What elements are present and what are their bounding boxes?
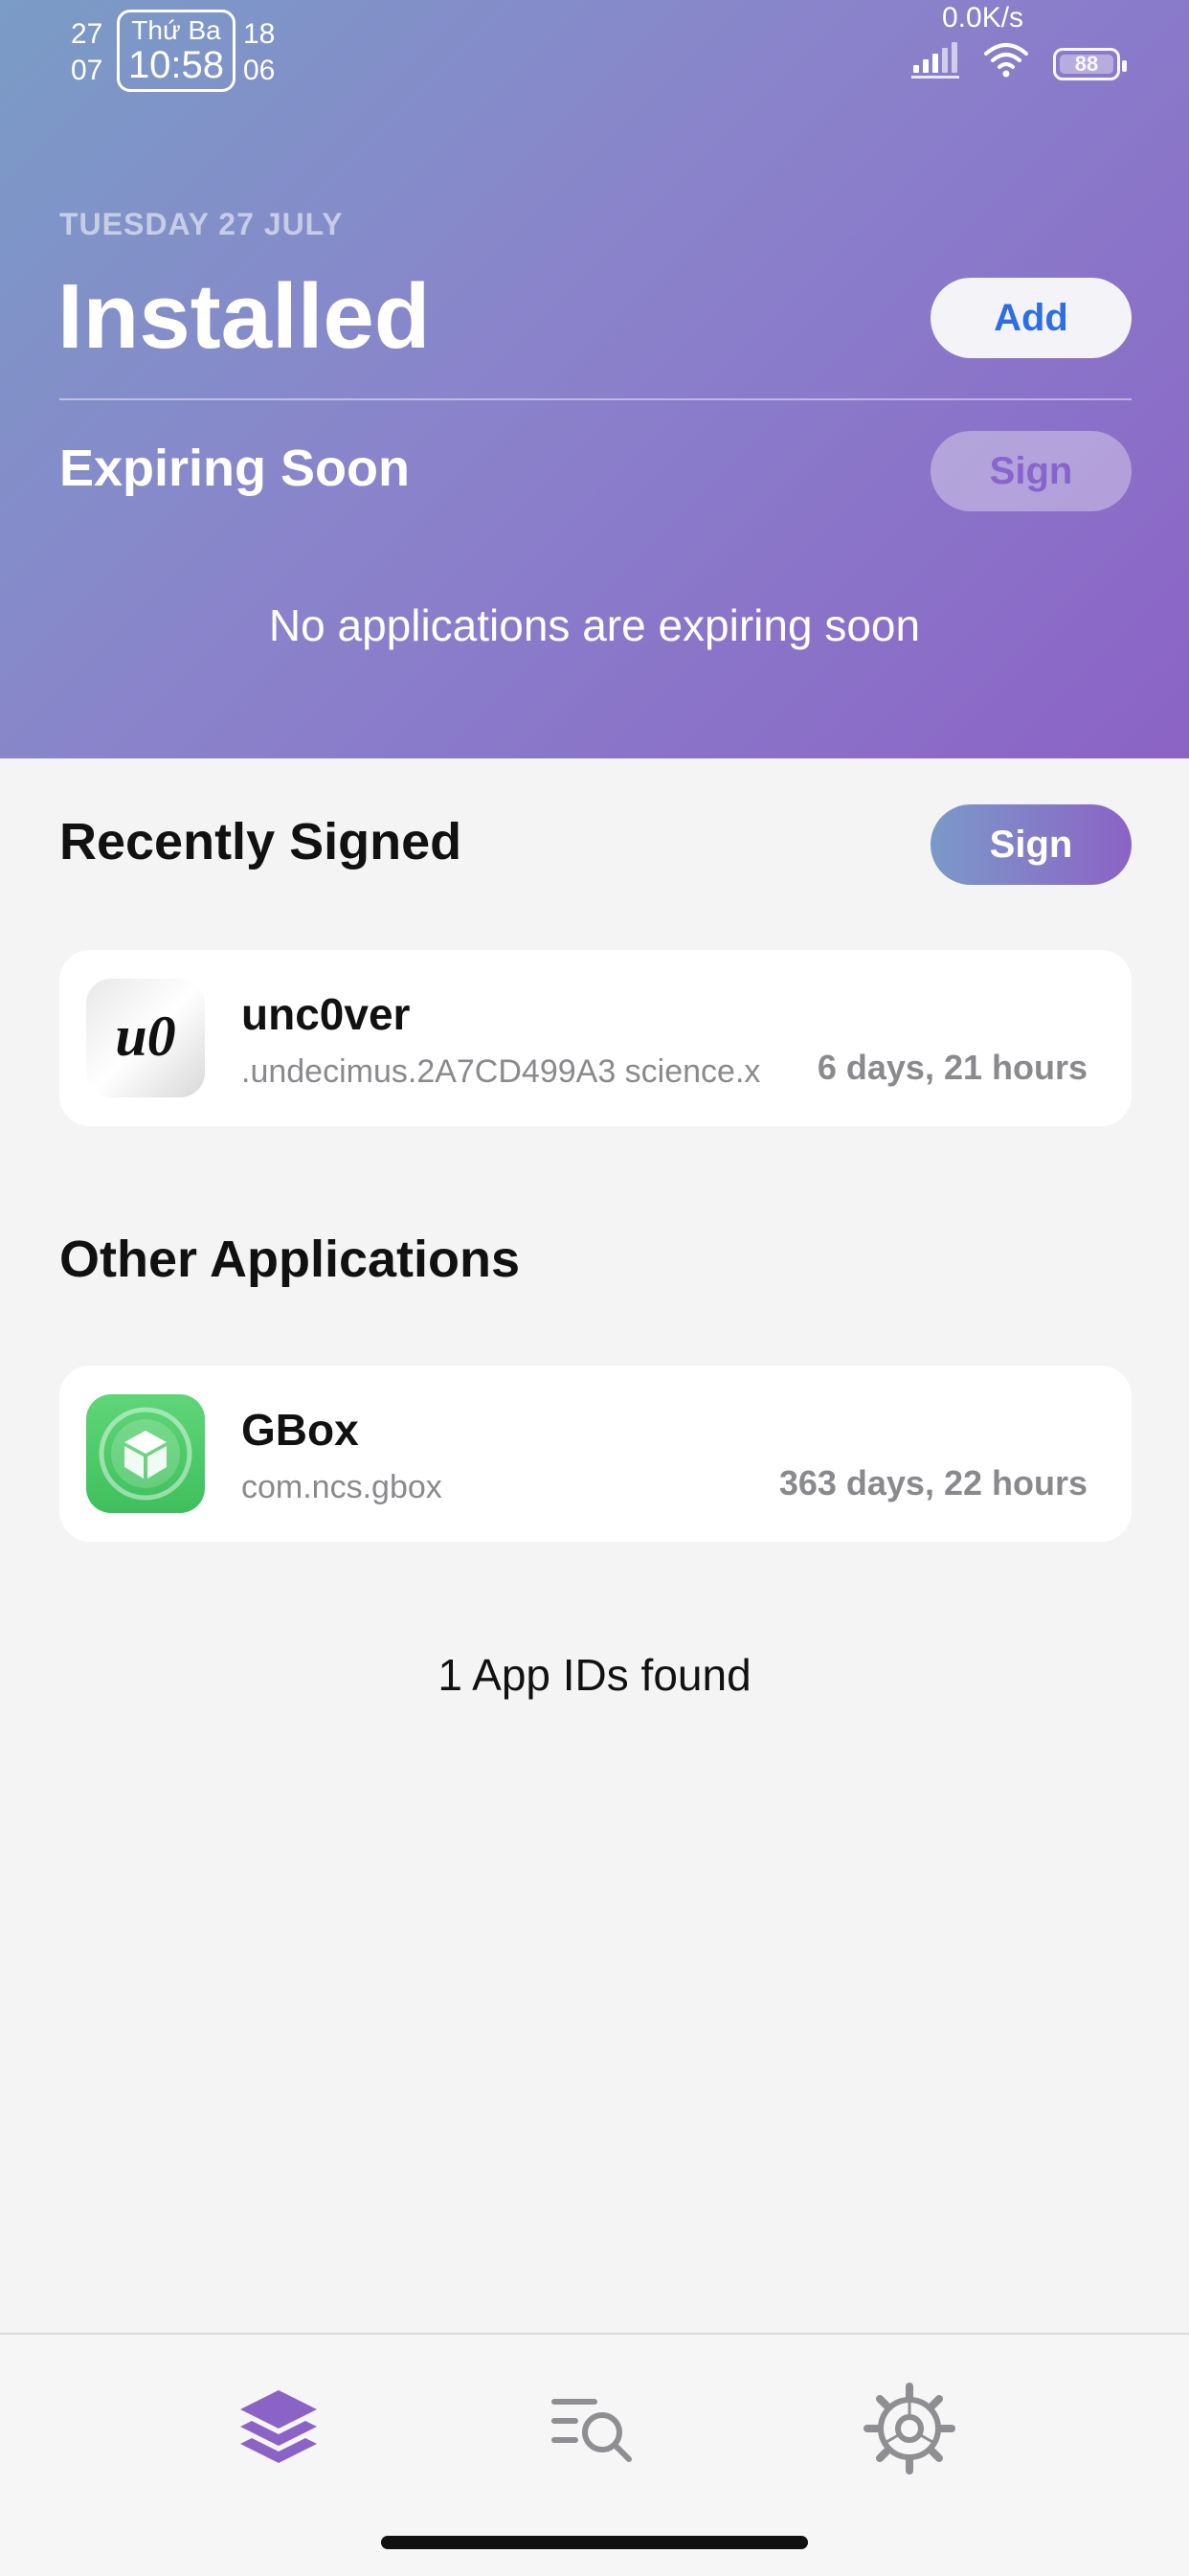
- search-list-icon: [551, 2399, 632, 2462]
- battery-icon: 88: [1053, 48, 1127, 80]
- unc0ver-app-icon: u0: [86, 979, 205, 1097]
- expiring-sign-button[interactable]: Sign: [931, 431, 1132, 511]
- signal-icon: [911, 42, 959, 79]
- page-title: Installed: [57, 265, 431, 368]
- status-day-of-week: Thứ Ba: [131, 15, 221, 45]
- date-label: TUESDAY 27 JULY: [59, 207, 344, 241]
- recently-signed-title: Recently Signed: [59, 813, 462, 870]
- sign-button[interactable]: Sign: [931, 804, 1132, 885]
- app-expiry: 6 days, 21 hours: [817, 1048, 1088, 1087]
- tab-settings[interactable]: [862, 2381, 957, 2476]
- tab-browse[interactable]: [547, 2381, 642, 2476]
- wifi-icon: [984, 43, 1028, 78]
- gbox-app-icon: [86, 1394, 205, 1513]
- app-ids-count: 1 App IDs found: [437, 1650, 752, 1700]
- home-indicator[interactable]: [381, 2536, 808, 2549]
- add-button[interactable]: Add: [931, 278, 1132, 358]
- tab-apps[interactable]: [231, 2381, 326, 2476]
- header-divider: [59, 398, 1132, 400]
- settings-gear-icon: [864, 2383, 955, 2474]
- status-date-left-bottom: 07: [71, 55, 103, 86]
- status-time: 10:58: [127, 44, 225, 86]
- apps-stack-icon: [240, 2390, 317, 2463]
- status-date-left-top: 27: [71, 18, 103, 50]
- app-card-unc0ver[interactable]: u0 unc0ver .undecimus.2A7CD499A3 science…: [59, 950, 1132, 1126]
- app-name: GBox: [241, 1405, 359, 1455]
- status-net-speed: 0.0K/s: [942, 2, 1024, 34]
- app-name: unc0ver: [241, 989, 411, 1039]
- no-expiring-message: No applications are expiring soon: [268, 600, 921, 650]
- app-bundle-id: .undecimus.2A7CD499A3 science.x: [241, 1053, 761, 1090]
- status-date-right-bottom: 06: [243, 55, 276, 86]
- expiring-soon-title: Expiring Soon: [59, 440, 411, 497]
- header: 27 07 Thứ Ba 10:58 18 06 0.0K/s 88 TUESD…: [0, 0, 1189, 758]
- other-applications-title: Other Applications: [59, 1231, 521, 1288]
- unc0ver-icon-text: u0: [115, 1005, 175, 1068]
- status-clock: Thứ Ba 10:58: [117, 10, 236, 92]
- status-date-right-top: 18: [243, 18, 276, 50]
- battery-level: 88: [1074, 52, 1099, 76]
- app-bundle-id: com.ncs.gbox: [241, 1469, 442, 1505]
- app-expiry: 363 days, 22 hours: [778, 1463, 1088, 1503]
- app-card-gbox[interactable]: GBox com.ncs.gbox 363 days, 22 hours: [59, 1366, 1132, 1542]
